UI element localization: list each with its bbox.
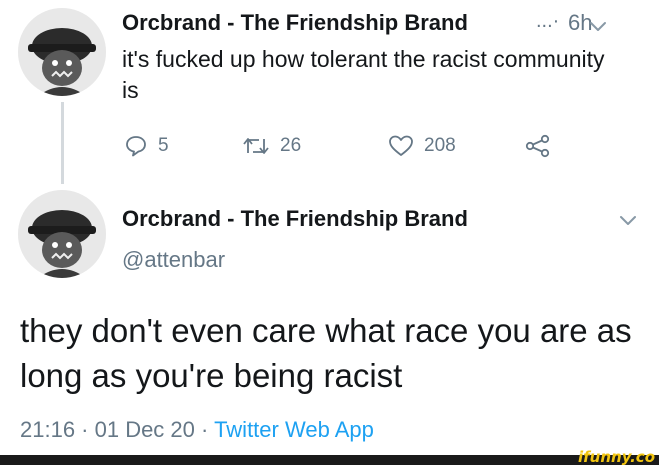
- thread-connector-line: [61, 102, 64, 184]
- tweet-text: they don't even care what race you are a…: [20, 312, 632, 394]
- share-icon: [525, 134, 550, 158]
- user-handle[interactable]: @attenbar: [122, 247, 225, 273]
- share-button[interactable]: [524, 130, 552, 162]
- tweet-source-link[interactable]: Twitter Web App: [214, 417, 374, 442]
- like-count: 208: [424, 135, 456, 156]
- reply-button[interactable]: 5: [124, 130, 169, 162]
- avatar[interactable]: [18, 8, 106, 96]
- display-name[interactable]: Orcbrand - The Friendship Brand: [122, 206, 468, 232]
- heart-icon: [389, 135, 413, 156]
- tweet-timestamp[interactable]: 21:16 · 01 Dec 20 ·: [20, 417, 208, 442]
- retweet-button[interactable]: 26: [242, 130, 301, 162]
- retweet-arrows-icon: [243, 138, 269, 154]
- orc-soldier-avatar-icon: [18, 8, 106, 96]
- speech-bubble-icon: [126, 136, 146, 157]
- name-ellipsis: ...·: [536, 10, 560, 32]
- watermark-bar: [0, 455, 659, 465]
- orc-soldier-avatar-icon: [18, 190, 106, 278]
- tweet-actions: 5 26 208: [124, 130, 564, 162]
- tweet-header: Orcbrand - The Friendship Brand ...· 6h: [122, 6, 647, 40]
- reply-count: 5: [158, 135, 169, 156]
- avatar[interactable]: [18, 190, 106, 278]
- watermark: ifunny.co: [578, 448, 655, 465]
- retweet-count: 26: [280, 135, 302, 156]
- tweet-meta: 21:16 · 01 Dec 20 · Twitter Web App: [20, 417, 374, 443]
- chevron-down-icon[interactable]: [588, 20, 608, 34]
- like-button[interactable]: 208: [388, 130, 456, 162]
- chevron-down-icon[interactable]: [618, 214, 638, 228]
- display-name[interactable]: Orcbrand - The Friendship Brand: [122, 10, 468, 36]
- tweet-text: it's fucked up how tolerant the racist c…: [122, 46, 605, 103]
